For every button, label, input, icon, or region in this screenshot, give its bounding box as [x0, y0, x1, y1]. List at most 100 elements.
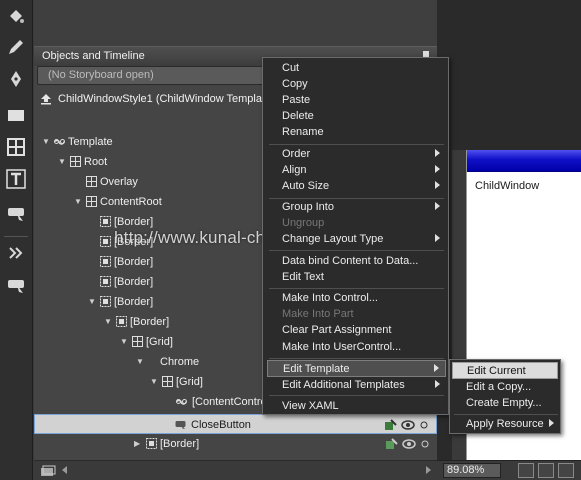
submenu-arrow-icon — [549, 419, 554, 427]
panel-title: Objects and Timeline — [42, 50, 145, 62]
menu-item-label: Align — [282, 164, 307, 176]
submenu-item-edit-current[interactable]: Edit Current — [452, 362, 558, 379]
paint-bucket-tool-icon[interactable] — [3, 4, 29, 30]
menu-item-clear-part-assignment[interactable]: Clear Part Assignment — [267, 322, 446, 339]
recent-control-tool-icon[interactable] — [3, 272, 29, 298]
menu-item-label: Make Into Part — [282, 308, 354, 320]
lock-dot-icon[interactable] — [421, 440, 429, 448]
menu-item-label: Make Into Control... — [282, 292, 378, 304]
edit-brush-icon[interactable] — [385, 437, 399, 451]
menu-item-make-into-usercontrol[interactable]: Make Into UserControl... — [267, 339, 446, 356]
zoom-level-field[interactable]: 89.08% — [443, 463, 501, 478]
menu-item-edit-text[interactable]: Edit Text — [267, 269, 446, 286]
submenu-arrow-icon — [435, 202, 440, 210]
menu-item-label: Edit Additional Templates — [282, 379, 405, 391]
menu-item-copy[interactable]: Copy — [267, 76, 446, 93]
collapse-arrow-icon[interactable]: ▼ — [42, 137, 50, 147]
row-actions — [384, 418, 430, 432]
menu-item-label: Edit Text — [282, 271, 324, 283]
border-icon — [100, 296, 111, 307]
rectangle-tool-icon[interactable] — [3, 102, 29, 128]
grid-icon — [132, 336, 143, 347]
grid-toggle-icon[interactable] — [447, 133, 467, 147]
menu-item-make-into-part: Make Into Part — [267, 306, 446, 323]
menu-item-edit-additional-templates[interactable]: Edit Additional Templates — [267, 377, 446, 394]
menu-item-cut[interactable]: Cut — [267, 60, 446, 77]
menu-item-edit-template[interactable]: Edit Template — [267, 360, 446, 377]
grid-tool-icon[interactable] — [3, 134, 29, 160]
menu-item-view-xaml[interactable]: View XAML — [267, 398, 446, 415]
visibility-eye-icon[interactable] — [402, 437, 416, 451]
collapse-arrow-icon[interactable]: ▼ — [88, 297, 96, 307]
tree-item-label: [Border] — [160, 438, 200, 450]
control-tool-icon[interactable] — [3, 200, 29, 226]
border-icon — [100, 276, 111, 287]
menu-item-ungroup: Ungroup — [267, 215, 446, 232]
scope-up-icon[interactable] — [40, 93, 52, 105]
layer-icon[interactable] — [40, 465, 56, 477]
menu-item-data-bind[interactable]: Data bind Content to Data... — [267, 253, 446, 270]
menu-item-label: Data bind Content to Data... — [282, 255, 419, 267]
menu-item-group-into[interactable]: Group Into — [267, 199, 446, 216]
childwindow-title: ChildWindow — [475, 180, 540, 192]
submenu-item-label: Edit a Copy... — [466, 381, 532, 393]
menu-item-paste[interactable]: Paste — [267, 92, 446, 109]
show-grid-icon[interactable] — [538, 463, 554, 478]
pencil-tool-icon[interactable] — [3, 34, 29, 60]
assets-expand-icon[interactable] — [3, 240, 29, 266]
submenu-item-edit-a-copy[interactable]: Edit a Copy... — [452, 379, 558, 396]
row-actions — [385, 437, 431, 451]
effects-toggle-icon[interactable] — [518, 463, 534, 478]
tree-row-closebutton[interactable]: CloseButton — [34, 414, 437, 434]
menu-separator — [269, 358, 444, 359]
submenu-item-apply-resource[interactable]: Apply Resource — [452, 416, 558, 433]
template-scope-label: ChildWindowStyle1 (ChildWindow Template) — [58, 93, 275, 105]
panel-bottom-bar — [34, 460, 437, 480]
grid-icon — [70, 156, 81, 167]
tree-item-label: CloseButton — [191, 419, 251, 431]
expand-arrow-icon[interactable]: ▶ — [134, 439, 142, 449]
tree-item-label: [Border] — [114, 256, 154, 268]
lock-dot-icon[interactable] — [420, 421, 428, 429]
submenu-arrow-icon — [435, 380, 440, 388]
menu-item-align[interactable]: Align — [267, 162, 446, 179]
snap-to-grid-icon[interactable] — [558, 463, 574, 478]
collapse-arrow-icon[interactable]: ▼ — [74, 197, 82, 207]
toolbar-separator — [4, 236, 28, 237]
menu-separator — [269, 250, 444, 251]
scroll-right-icon[interactable] — [426, 466, 431, 474]
collapse-arrow-icon[interactable]: ▼ — [58, 157, 66, 167]
menu-item-order[interactable]: Order — [267, 146, 446, 163]
button-icon — [175, 421, 186, 429]
text-tool-icon[interactable] — [3, 166, 29, 192]
tree-item-label: Template — [68, 136, 113, 148]
tree-item-label: [Border] — [130, 316, 170, 328]
tree-item-label: Overlay — [100, 176, 138, 188]
submenu-item-create-empty[interactable]: Create Empty... — [452, 395, 558, 412]
menu-item-label: Cut — [282, 62, 300, 74]
collapse-arrow-icon[interactable]: ▼ — [150, 377, 158, 387]
menu-item-delete[interactable]: Delete — [267, 108, 446, 125]
tree-item-label: [Grid] — [146, 336, 173, 348]
menu-item-label: Paste — [282, 94, 311, 106]
menu-item-auto-size[interactable]: Auto Size — [267, 178, 446, 195]
tree-row-border[interactable]: ▶ [Border] — [34, 434, 437, 454]
submenu-item-label: Create Empty... — [466, 397, 542, 409]
menu-item-label: Clear Part Assignment — [282, 324, 392, 336]
scroll-left-icon[interactable] — [62, 466, 67, 474]
collapse-arrow-icon[interactable]: ▼ — [104, 317, 112, 327]
edit-brush-icon[interactable] — [384, 418, 398, 432]
tree-item-label: [Grid] — [176, 376, 203, 388]
tree-item-label: [ContentControl] — [192, 396, 273, 408]
collapse-arrow-icon[interactable]: ▼ — [120, 337, 128, 347]
menu-item-label: Copy — [282, 78, 308, 90]
grid-icon — [86, 176, 97, 187]
tree-item-label: [Border] — [114, 276, 154, 288]
pen-tool-icon[interactable] — [3, 66, 29, 92]
menu-item-make-into-control[interactable]: Make Into Control... — [267, 290, 446, 307]
menu-item-rename[interactable]: Rename — [267, 124, 446, 141]
collapse-arrow-icon[interactable]: ▼ — [136, 357, 144, 367]
menu-item-change-layout-type[interactable]: Change Layout Type — [267, 231, 446, 248]
menu-separator — [269, 144, 444, 145]
visibility-eye-icon[interactable] — [401, 418, 415, 432]
